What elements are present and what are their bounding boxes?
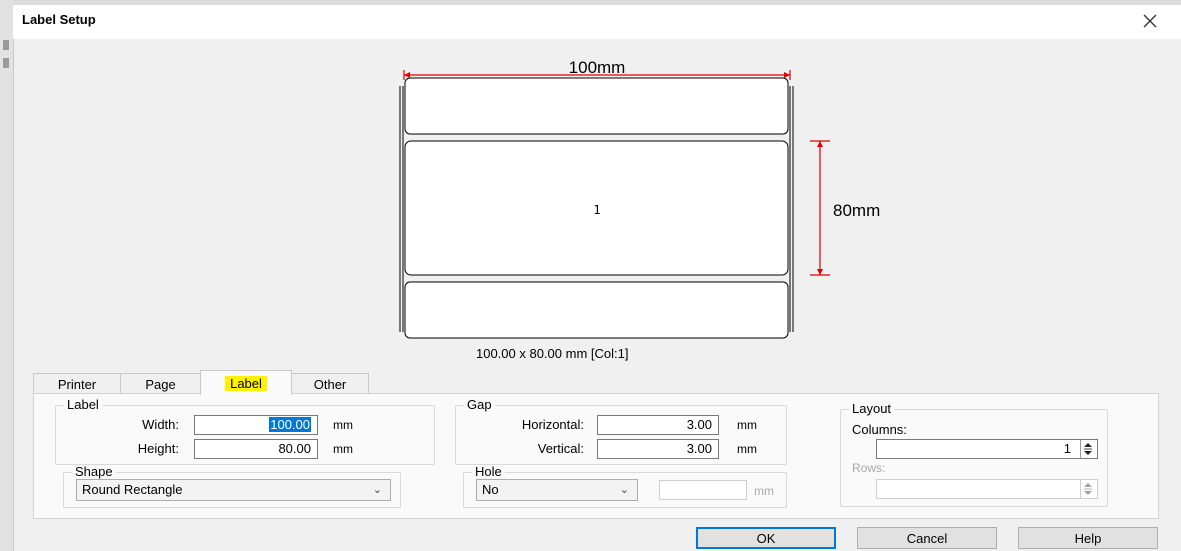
cancel-button[interactable]: Cancel bbox=[857, 527, 997, 549]
hole-select[interactable]: No ⌄ bbox=[476, 479, 638, 501]
spin-arrows-icon[interactable] bbox=[1080, 440, 1097, 458]
help-button[interactable]: Help bbox=[1018, 527, 1158, 549]
horizontal-label: Horizontal: bbox=[521, 417, 584, 432]
label-size-summary: 100.00 x 80.00 mm [Col:1] bbox=[476, 346, 629, 361]
tab-label: Printer bbox=[57, 376, 97, 392]
tab-label: Page bbox=[145, 376, 176, 392]
tab-label[interactable]: Label bbox=[200, 370, 292, 395]
columns-field[interactable]: 1 bbox=[876, 439, 1098, 459]
shape-select[interactable]: Round Rectangle ⌄ bbox=[76, 479, 391, 501]
height-label: Height: bbox=[137, 441, 179, 456]
tab-label: Other bbox=[313, 376, 347, 392]
close-icon bbox=[1143, 14, 1157, 28]
group-title: Gap bbox=[467, 397, 492, 412]
chevron-down-icon: ⌄ bbox=[372, 484, 382, 496]
close-button[interactable] bbox=[1130, 6, 1170, 36]
tab-other[interactable]: Other bbox=[291, 373, 369, 394]
width-value: 100.00 bbox=[269, 417, 311, 432]
width-field[interactable]: 100.00 bbox=[194, 415, 318, 435]
width-dimension-label: 100mm bbox=[569, 58, 626, 77]
group-title: Label bbox=[67, 397, 99, 412]
background-app-marker bbox=[3, 40, 9, 50]
group-title: Shape bbox=[75, 464, 113, 479]
tab-label-text: Label bbox=[225, 375, 267, 391]
label-preview-bottom bbox=[404, 281, 789, 339]
hole-unit: mm bbox=[754, 484, 774, 498]
title-bar bbox=[13, 5, 1181, 39]
height-field[interactable]: 80.00 bbox=[194, 439, 318, 459]
width-unit: mm bbox=[333, 418, 353, 432]
tab-printer[interactable]: Printer bbox=[33, 373, 121, 394]
rows-label: Rows: bbox=[852, 461, 886, 475]
background-app-marker bbox=[3, 58, 9, 68]
hole-selected-value: No bbox=[482, 482, 499, 497]
chevron-down-icon: ⌄ bbox=[619, 484, 629, 496]
width-label: Width: bbox=[142, 417, 179, 432]
shape-selected-value: Round Rectangle bbox=[82, 482, 183, 497]
vertical-unit: mm bbox=[737, 442, 757, 456]
label-preview: 1 100mm 80mm bbox=[399, 58, 880, 339]
columns-label: Columns: bbox=[852, 422, 907, 437]
rows-field[interactable] bbox=[876, 479, 1098, 499]
label-preview-top bbox=[404, 77, 789, 135]
height-dimension-label: 80mm bbox=[833, 201, 880, 220]
label-number: 1 bbox=[593, 203, 600, 217]
ok-button[interactable]: OK bbox=[696, 527, 836, 549]
horizontal-unit: mm bbox=[737, 418, 757, 432]
spin-arrows-icon bbox=[1080, 480, 1092, 498]
height-unit: mm bbox=[333, 442, 353, 456]
vertical-gap-field[interactable]: 3.00 bbox=[597, 439, 719, 459]
vertical-label: Vertical: bbox=[537, 441, 584, 456]
group-title: Layout bbox=[852, 401, 892, 416]
hole-size-field[interactable] bbox=[659, 480, 747, 500]
background-app-edge bbox=[0, 0, 14, 551]
group-title: Hole bbox=[475, 464, 502, 479]
tab-page[interactable]: Page bbox=[120, 373, 201, 394]
horizontal-gap-field[interactable]: 3.00 bbox=[597, 415, 719, 435]
dialog-title: Label Setup bbox=[22, 12, 96, 27]
